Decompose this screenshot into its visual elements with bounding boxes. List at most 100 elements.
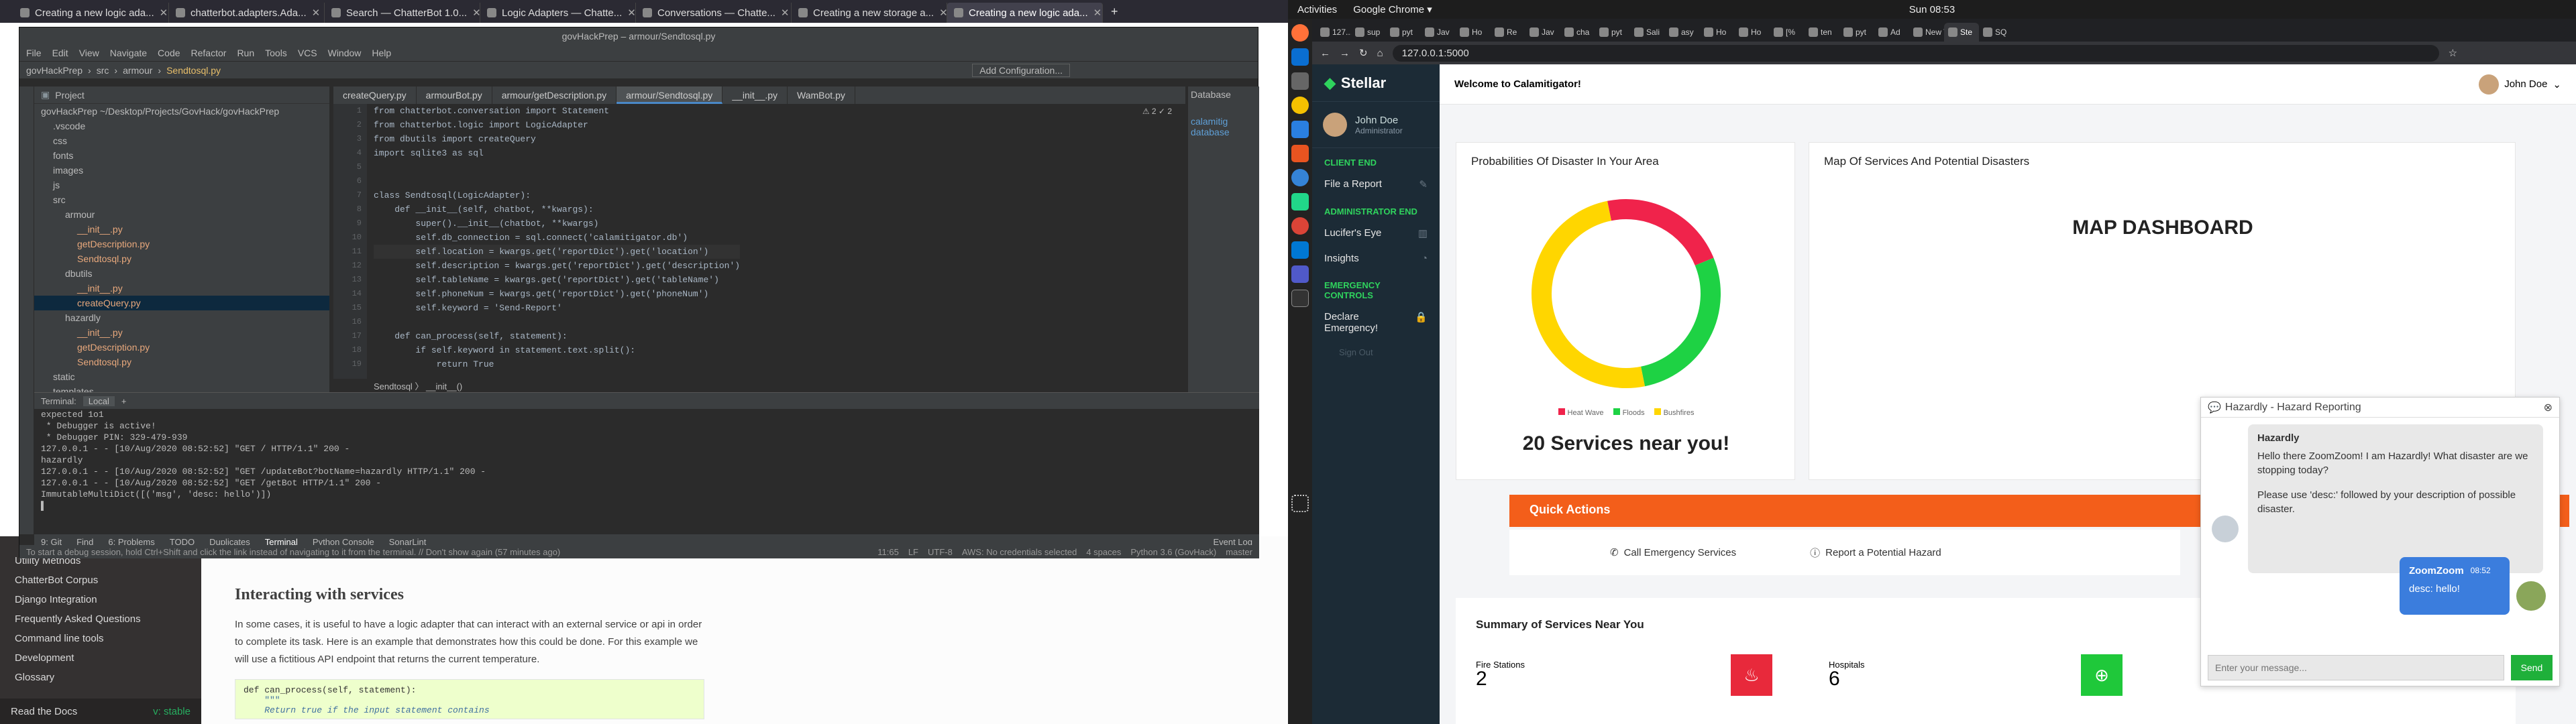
chrome-tab[interactable]: Ad <box>1874 23 1909 42</box>
menu-window[interactable]: Window <box>328 48 362 58</box>
terminal-icon[interactable] <box>1291 290 1309 307</box>
thunderbird-icon[interactable] <box>1291 48 1309 66</box>
editor-tab[interactable]: armourBot.py <box>417 86 492 104</box>
tree-node[interactable]: src <box>34 192 329 207</box>
tree-node[interactable]: fonts <box>34 148 329 163</box>
chrome-tab[interactable]: pyt <box>1386 23 1421 42</box>
menu-navigate[interactable]: Navigate <box>110 48 147 58</box>
chrome-tab[interactable]: 127... <box>1316 23 1351 42</box>
donut-slice-heat-wave[interactable] <box>1607 199 1714 266</box>
read-the-docs-bar[interactable]: Read the Docs v: stable <box>0 699 201 724</box>
donut-slice-bushfires[interactable] <box>1531 200 1646 389</box>
docs-nav-item[interactable]: Command line tools <box>0 629 201 648</box>
add-icon[interactable]: + <box>121 396 127 406</box>
breadcrumb-item[interactable]: Sendtosql.py <box>166 65 221 76</box>
docs-nav-item[interactable]: Django Integration <box>0 590 201 609</box>
tree-node[interactable]: __init__.py <box>34 222 329 237</box>
message-input[interactable] <box>2208 655 2504 680</box>
url-bar[interactable]: 127.0.0.1:5000 <box>1392 44 2439 62</box>
tree-node[interactable]: css <box>34 133 329 148</box>
tree-node[interactable]: getDescription.py <box>34 340 329 355</box>
menu-tools[interactable]: Tools <box>265 48 287 58</box>
browser-tab[interactable]: Creating a new storage a... ✕ <box>792 3 947 23</box>
browser-tab[interactable]: chatterbot.adapters.Ada... ✕ <box>169 3 325 23</box>
tree-node[interactable]: dbutils <box>34 266 329 281</box>
browser-tab[interactable]: Conversations — Chatte... ✕ <box>636 3 792 23</box>
browser-tab-active[interactable]: Creating a new logic ada... ✕ <box>947 3 1103 23</box>
editor-tab[interactable]: armour/getDescription.py <box>492 86 617 104</box>
help-icon[interactable] <box>1291 169 1309 186</box>
software-icon[interactable] <box>1291 145 1309 162</box>
clock[interactable]: Sun 08:53 <box>1909 4 1955 15</box>
chrome-tab[interactable]: Ho <box>1456 23 1491 42</box>
db-item[interactable]: calamitig <box>1191 116 1256 127</box>
editor-tab[interactable]: WamBot.py <box>788 86 855 104</box>
tree-node[interactable]: __init__.py <box>34 325 329 340</box>
send-button[interactable]: Send <box>2511 655 2553 680</box>
chrome-icon[interactable] <box>1291 217 1309 235</box>
tree-node[interactable]: armour <box>34 207 329 222</box>
code-area[interactable]: from chatterbot.conversation import Stat… <box>374 104 741 371</box>
sign-out-link[interactable]: Sign Out <box>1312 341 1440 364</box>
menu-refactor[interactable]: Refactor <box>191 48 227 58</box>
tree-node[interactable]: static <box>34 369 329 384</box>
docs-nav-item[interactable]: ChatterBot Corpus <box>0 570 201 590</box>
brand-logo[interactable]: ◆ Stellar <box>1312 64 1440 102</box>
status-message[interactable]: To start a debug session, hold Ctrl+Shif… <box>26 547 560 557</box>
nav-item[interactable]: Declare Emergency! 🔒 <box>1312 304 1440 341</box>
header-user-menu[interactable]: John Doe ⌄ <box>2479 74 2561 95</box>
tree-node[interactable]: .vscode <box>34 119 329 133</box>
tree-node[interactable]: getDescription.py <box>34 237 329 251</box>
star-icon[interactable]: ☆ <box>2449 47 2457 59</box>
status-item[interactable]: UTF-8 <box>928 547 953 557</box>
nav-item[interactable]: File a Report ✎ <box>1312 172 1440 197</box>
chrome-tab[interactable]: ten <box>1805 23 1839 42</box>
terminal-tab[interactable]: Local <box>83 396 115 406</box>
new-tab-button[interactable]: + <box>1103 5 1126 23</box>
back-icon[interactable]: ← <box>1320 48 1330 59</box>
vscode-icon[interactable] <box>1291 241 1309 259</box>
status-item[interactable]: 11:65 <box>877 547 899 557</box>
browser-tab[interactable]: Search — ChatterBot 1.0... ✕ <box>325 3 480 23</box>
inspection-indicator[interactable]: ⚠ 2 ✓ 2 <box>1142 107 1172 116</box>
close-icon[interactable]: ✕ <box>781 7 790 19</box>
chrome-tab[interactable]: cha <box>1560 23 1595 42</box>
tree-node[interactable]: images <box>34 163 329 178</box>
tree-node[interactable]: createQuery.py <box>34 296 329 310</box>
activities-button[interactable]: Activities <box>1297 4 1337 15</box>
chrome-tab[interactable]: Jav <box>1421 23 1456 42</box>
breadcrumb-item[interactable]: armour <box>123 65 152 76</box>
chrome-tab[interactable]: Jav <box>1525 23 1560 42</box>
close-icon[interactable]: ✕ <box>312 7 321 19</box>
legend-item[interactable]: Bushfires <box>1654 408 1694 417</box>
docs-nav-item[interactable]: Glossary <box>0 668 201 687</box>
app-menu[interactable]: Google Chrome ▾ <box>1353 3 1432 15</box>
status-item[interactable]: Python 3.6 (GovHack) <box>1130 547 1216 557</box>
close-icon[interactable]: ✕ <box>472 7 480 19</box>
app-grid-icon[interactable] <box>1291 495 1309 512</box>
tree-node[interactable]: js <box>34 178 329 192</box>
rhythmbox-icon[interactable] <box>1291 97 1309 114</box>
project-label[interactable]: Project <box>55 90 85 101</box>
browser-tab[interactable]: Creating a new logic ada... ✕ <box>13 3 169 23</box>
nav-item[interactable]: Insights ◔ <box>1312 246 1440 271</box>
forward-icon[interactable]: → <box>1340 48 1350 59</box>
tree-node[interactable]: govHackPrep ~/Desktop/Projects/GovHack/g… <box>34 104 329 119</box>
editor-tab[interactable]: armour/Sendtosql.py <box>616 86 723 104</box>
chrome-tab[interactable]: Ho <box>1735 23 1770 42</box>
menu-help[interactable]: Help <box>372 48 391 58</box>
menu-code[interactable]: Code <box>158 48 180 58</box>
chrome-tab[interactable]: Sali <box>1630 23 1665 42</box>
menu-edit[interactable]: Edit <box>52 48 68 58</box>
menu-vcs[interactable]: VCS <box>298 48 317 58</box>
chrome-tab[interactable]: [% <box>1770 23 1805 42</box>
files-icon[interactable] <box>1291 72 1309 90</box>
chrome-tab[interactable]: Re <box>1491 23 1525 42</box>
terminal-output[interactable]: expected 1o1 * Debugger is active! * Deb… <box>34 409 1259 511</box>
chrome-tab[interactable]: SQ <box>1979 23 2014 42</box>
chrome-tab[interactable]: Ste <box>1944 23 1979 42</box>
status-item[interactable]: 4 spaces <box>1086 547 1121 557</box>
tree-node[interactable]: Sendtosql.py <box>34 355 329 369</box>
chrome-tab[interactable]: pyt <box>1595 23 1630 42</box>
chrome-tab[interactable]: asy <box>1665 23 1700 42</box>
